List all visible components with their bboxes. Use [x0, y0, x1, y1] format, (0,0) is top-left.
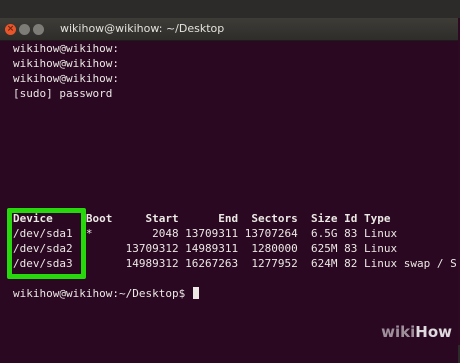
terminal-window: × wikihow@wikihow: ~/Desktop wikihow@wik… [0, 18, 460, 363]
prompt-line: wikihow@wikihow: [13, 57, 119, 70]
prompt-line: wikihow@wikihow: [13, 72, 119, 85]
maximize-window-button[interactable] [33, 24, 44, 35]
wikihow-watermark: wikiHow [381, 323, 452, 341]
sudo-password-line: [sudo] password [13, 87, 113, 100]
window-title: wikihow@wikihow: ~/Desktop [60, 22, 225, 35]
terminal-output[interactable]: wikihow@wikihow: wikihow@wikihow: wikiho… [0, 41, 458, 363]
minimize-window-button[interactable] [19, 24, 30, 35]
device-column-highlight [7, 208, 86, 279]
window-titlebar: × wikihow@wikihow: ~/Desktop [0, 18, 458, 41]
final-prompt-line: wikihow@wikihow:~/Desktop$ [13, 287, 199, 300]
close-window-button[interactable]: × [5, 24, 16, 35]
prompt-line: wikihow@wikihow: [13, 42, 119, 55]
text-cursor [192, 287, 199, 299]
watermark-how: How [415, 323, 452, 341]
watermark-wiki: wiki [381, 323, 416, 341]
final-prompt-text: wikihow@wikihow:~/Desktop$ [13, 287, 192, 300]
